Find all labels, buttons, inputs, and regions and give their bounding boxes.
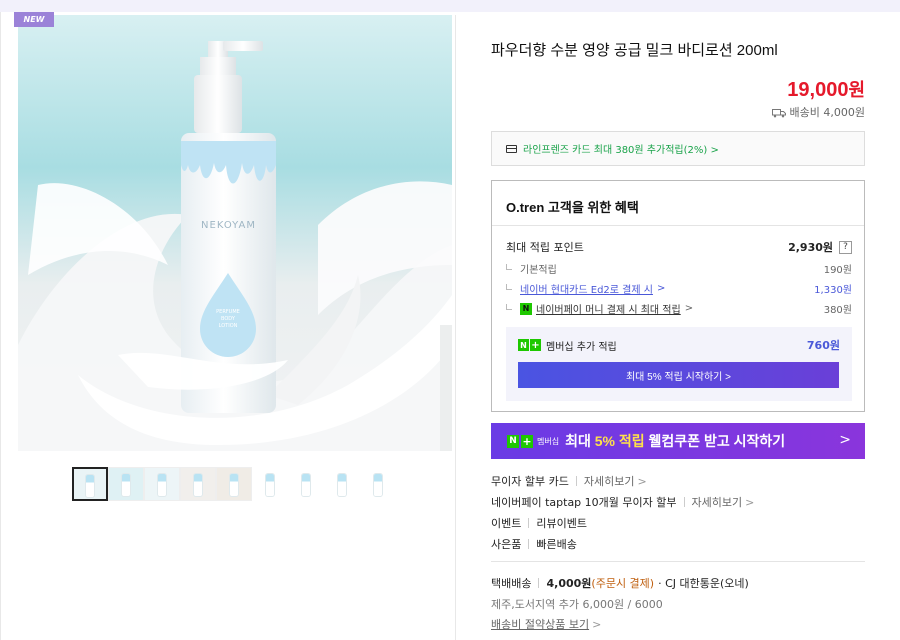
save-shipping-row: 배송비 절약상품 보기 > — [491, 616, 601, 632]
delivery-divider — [491, 561, 865, 562]
installment-detail-link[interactable]: 자세히보기 — [584, 473, 635, 489]
basic-points-value: 190원 — [823, 265, 852, 276]
banner-text: 최대 5% 적립 웰컴쿠폰 받고 시작하기 — [565, 433, 786, 449]
benefits-divider — [492, 225, 864, 226]
bottle-drop-label: PERFUME BODY LOTION — [200, 309, 256, 330]
event-label: 이벤트 — [491, 517, 522, 530]
chevron-right-icon: > — [839, 432, 851, 448]
chevron-right-icon: > — [745, 495, 755, 509]
membership-label: 멤버십 추가 적립 — [546, 341, 617, 353]
max-points-value-group: 2,930원 ? — [788, 239, 852, 255]
thumbnail-8[interactable] — [324, 467, 360, 501]
membership-box: N + 멤버십 추가 적립 760원 최대 5% 적립 시작하기 > — [506, 327, 852, 401]
membership-welcome-banner[interactable]: N + 멤버십 최대 5% 적립 웰컴쿠폰 받고 시작하기 > — [491, 423, 865, 459]
top-strip — [0, 0, 900, 12]
shipping-fee-text: 배송비 4,000원 — [789, 106, 865, 119]
island-fee-text: 제주,도서지역 추가 6,000원 / 6000 — [491, 598, 663, 611]
thumbnail-5[interactable] — [216, 467, 252, 501]
taptap-row: 네이버페이 taptap 10개월 무이자 할부 자세히보기 > — [491, 494, 754, 510]
thumbnail-3[interactable] — [144, 467, 180, 501]
price-unit: 원 — [848, 80, 865, 100]
npay-icon: N — [520, 302, 532, 315]
delivery-fee-note: (주문시 결제) — [591, 577, 655, 590]
thumbnail-9[interactable] — [360, 467, 396, 501]
thumbnail-bottle-icon — [338, 474, 346, 496]
naver-plus-membership-tag: N + 멤버십 — [507, 434, 559, 448]
benefits-box: O.tren 고객을 위한 혜택 최대 적립 포인트 2,930원 ? 기본적립… — [491, 180, 865, 412]
credit-card-icon — [506, 144, 517, 153]
delivery-method: 택배배송 — [491, 577, 532, 590]
thumbnail-bottle-icon — [230, 474, 238, 496]
max-points-label: 최대 적립 포인트 — [506, 241, 584, 254]
delivery-fee: 4,000원 — [546, 577, 592, 590]
chevron-right-icon: > — [656, 283, 666, 294]
shipping-fee: 배송비 4,000원 — [771, 104, 865, 120]
basic-points-label: 기본적립 — [520, 265, 557, 276]
thumbnail-6[interactable] — [252, 467, 288, 501]
max-points-row: 최대 적립 포인트 2,930원 ? — [506, 239, 852, 255]
thumbnail-7[interactable] — [288, 467, 324, 501]
gift-label: 사은품 — [491, 538, 522, 551]
thumbnail-bottle-icon — [266, 474, 274, 496]
benefits-title: O.tren 고객을 위한 혜택 — [506, 200, 639, 215]
card-promo-text: 라인프렌즈 카드 최대 380원 추가적립(2%) > — [523, 145, 719, 156]
help-icon[interactable]: ? — [839, 240, 852, 254]
delivery-carrier: · CJ 대한통운(오네) — [658, 577, 749, 590]
thumbnail-1[interactable] — [72, 467, 108, 501]
drop-label-line-1: PERFUME — [216, 309, 240, 315]
drop-label-line-3: LOTION — [218, 323, 238, 329]
product-main-image[interactable]: NEKOYAM PERFUME BODY LOTION — [18, 15, 452, 451]
hyundai-card-link[interactable]: 네이버 현대카드 Ed2로 결제 시 — [520, 281, 653, 296]
thumbnail-bottle-icon — [158, 474, 166, 496]
thumbnail-bottle-icon — [194, 474, 202, 496]
thumbnail-strip — [72, 467, 396, 501]
taptap-label: 네이버페이 taptap 10개월 무이자 할부 — [491, 496, 677, 509]
naver-plus-icon: N + — [518, 339, 541, 351]
npay-money-row: N 네이버페이 머니 결제 시 최대 적립 > 380원 — [506, 301, 852, 316]
event-value: 리뷰이벤트 — [536, 517, 587, 530]
thumbnail-bottle-icon — [374, 474, 382, 496]
thumbnail-bottle-icon — [302, 474, 310, 496]
thumbnail-bottle-icon — [122, 474, 130, 496]
chevron-right-icon: > — [684, 303, 694, 314]
thumbnail-2[interactable] — [108, 467, 144, 501]
installment-label: 무이자 할부 카드 — [491, 475, 569, 488]
new-badge: NEW — [14, 12, 54, 27]
thumbnail-bottle-icon — [86, 475, 94, 497]
truck-icon — [771, 108, 786, 117]
delivery-row: 택배배송 4,000원 (주문시 결제) · CJ 대한통운(오네) — [491, 575, 749, 591]
hyundai-card-value: 1,330원 — [814, 285, 852, 296]
tree-branch-icon — [506, 303, 512, 310]
chevron-right-icon: > — [637, 474, 647, 488]
product-price: 19,000원 — [787, 76, 865, 102]
taptap-detail-link[interactable]: 자세히보기 — [692, 494, 743, 510]
installment-row: 무이자 할부 카드 자세히보기 > — [491, 473, 647, 489]
membership-value: 760원 — [806, 339, 840, 352]
hyundai-card-row: 네이버 현대카드 Ed2로 결제 시 > 1,330원 — [506, 281, 852, 296]
product-title: 파우더향 수분 영양 공급 밀크 바디로션 200ml — [491, 42, 778, 59]
basic-points-row: 기본적립 190원 — [506, 261, 852, 276]
max-points-value: 2,930원 — [788, 241, 833, 254]
save-shipping-link[interactable]: 배송비 절약상품 보기 — [491, 616, 589, 632]
tree-branch-icon — [506, 263, 512, 270]
chevron-right-icon: > — [592, 617, 602, 631]
membership-start-button[interactable]: 최대 5% 적립 시작하기 > — [518, 362, 839, 388]
gift-value: 빠른배송 — [536, 538, 577, 551]
drop-label-line-2: BODY — [221, 316, 235, 322]
product-illustration — [18, 41, 452, 451]
bottle-brand-text: NEKOYAM — [201, 220, 256, 231]
card-promo-box[interactable]: 라인프렌즈 카드 최대 380원 추가적립(2%) > — [491, 131, 865, 166]
membership-row: N + 멤버십 추가 적립 760원 — [518, 337, 840, 353]
column-divider — [455, 15, 456, 640]
event-row: 이벤트 리뷰이벤트 — [491, 515, 587, 531]
npay-money-link[interactable]: 네이버페이 머니 결제 시 최대 적립 — [536, 301, 681, 316]
island-fee-row: 제주,도서지역 추가 6,000원 / 6000 — [491, 596, 663, 612]
tree-branch-icon — [506, 283, 512, 290]
gift-row: 사은품 빠른배송 — [491, 536, 577, 552]
price-amount: 19,000 — [787, 79, 849, 101]
thumbnail-4[interactable] — [180, 467, 216, 501]
npay-money-value: 380원 — [823, 305, 852, 316]
